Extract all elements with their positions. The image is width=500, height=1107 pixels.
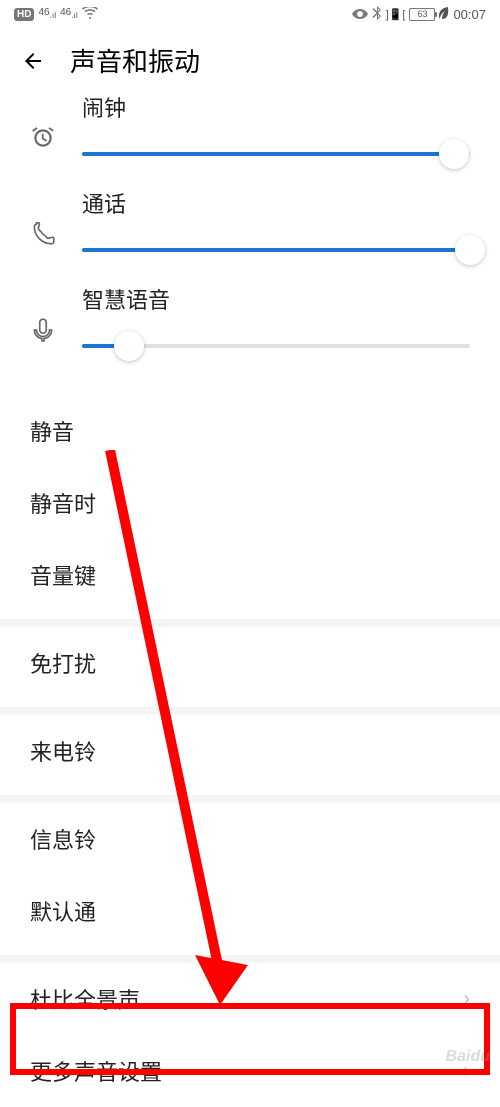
chevron-right-icon: › xyxy=(463,988,470,1011)
mic-icon xyxy=(30,317,56,343)
phone-icon xyxy=(30,221,56,247)
item-message-tone-label: 信息铃 xyxy=(30,823,96,855)
item-dolby[interactable]: 杜比全景声 › xyxy=(0,963,500,1035)
status-right: ]📱[ 63 00:07 xyxy=(352,6,486,23)
alarm-label: 闹钟 xyxy=(82,91,470,123)
signal-2: 46.ıl xyxy=(60,8,78,19)
page-title: 声音和振动 xyxy=(70,42,200,79)
item-mute[interactable]: 静音 xyxy=(0,395,500,467)
item-dnd-label: 免打扰 xyxy=(30,647,96,679)
item-volume-key-label: 音量键 xyxy=(30,559,96,591)
item-more-sound-label: 更多声音设置 xyxy=(30,1055,162,1087)
alarm-icon xyxy=(30,125,56,151)
chevron-right-icon: › xyxy=(463,1060,470,1083)
item-default-notify[interactable]: 默认通 xyxy=(0,875,500,947)
alarm-slider[interactable] xyxy=(82,139,470,169)
back-button[interactable] xyxy=(20,48,46,74)
wifi-icon xyxy=(82,7,98,22)
call-slider[interactable] xyxy=(82,235,470,265)
slider-alarm: 闹钟 xyxy=(30,91,470,169)
volume-sliders: 闹钟 通话 智慧语音 xyxy=(0,91,500,389)
slider-call: 通话 xyxy=(30,187,470,265)
item-volume-key[interactable]: 音量键 xyxy=(0,539,500,611)
hd-badge: HD xyxy=(14,8,34,21)
item-mute-when[interactable]: 静音时 xyxy=(0,467,500,539)
leaf-icon xyxy=(439,7,449,22)
item-ringtone-label: 来电铃 xyxy=(30,735,96,767)
item-default-notify-label: 默认通 xyxy=(30,895,96,927)
status-bar: HD 46.ıl 46.ıl ]📱[ 63 00:07 xyxy=(0,0,500,28)
item-mute-label: 静音 xyxy=(30,415,74,447)
battery-icon: 63 xyxy=(409,8,435,21)
vibrate-icon: ]📱[ xyxy=(386,8,406,21)
item-mute-when-label: 静音时 xyxy=(30,487,96,519)
bluetooth-icon xyxy=(372,6,382,23)
item-ringtone[interactable]: 来电铃 xyxy=(0,715,500,787)
item-dolby-label: 杜比全景声 xyxy=(30,983,140,1015)
clock-text: 00:07 xyxy=(453,7,486,22)
status-left: HD 46.ıl 46.ıl xyxy=(14,7,98,22)
voice-label: 智慧语音 xyxy=(82,283,470,315)
signal-1: 46.ıl xyxy=(38,8,56,19)
slider-voice: 智慧语音 xyxy=(30,283,470,361)
item-more-sound[interactable]: 更多声音设置 › xyxy=(0,1035,500,1107)
item-dnd[interactable]: 免打扰 xyxy=(0,627,500,699)
settings-list: 静音 静音时 音量键 免打扰 来电铃 信息铃 默认通 杜比全景声 › 更多声音设… xyxy=(0,389,500,1107)
voice-slider[interactable] xyxy=(82,331,470,361)
eye-icon xyxy=(352,7,368,22)
item-message-tone[interactable]: 信息铃 xyxy=(0,803,500,875)
page-header: 声音和振动 xyxy=(0,28,500,91)
call-label: 通话 xyxy=(82,187,470,219)
